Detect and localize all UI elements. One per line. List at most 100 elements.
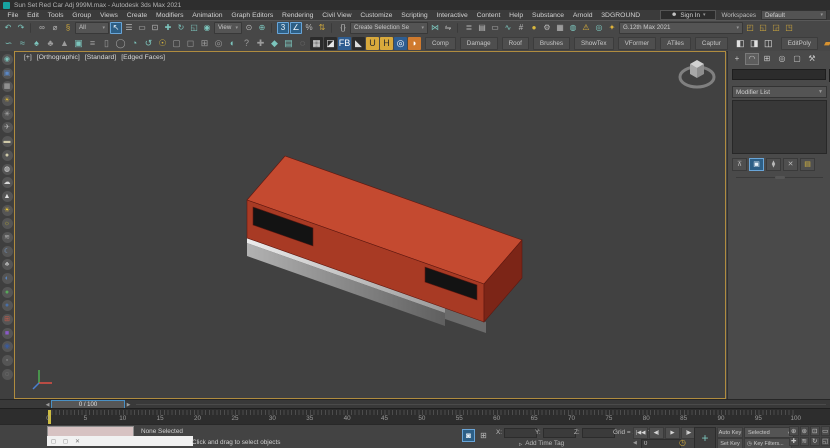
orb-icon[interactable]: ◎ [394,37,407,50]
bitmap-a-icon[interactable]: ▦ [310,37,323,50]
window-icon[interactable]: ◻ [184,37,197,50]
target-icon[interactable]: ◎ [212,37,225,50]
angle-snap-icon[interactable]: ∠ [290,22,302,34]
menu-item[interactable]: Graph Editors [227,12,278,19]
workspaces-dropdown[interactable]: Default ▾ [761,10,827,20]
plane-preset-icon[interactable]: ✈ [2,122,13,133]
magic-wand-icon[interactable]: ✦ [606,22,618,34]
paint-bucket-icon[interactable]: ◆ [268,37,281,50]
select-and-manipulate-icon[interactable]: ⊕ [256,22,268,34]
sign-in-button[interactable]: ☻ Sign In ▾ [660,10,716,20]
tab-motion[interactable]: ◎ [775,53,789,65]
flock-icon[interactable]: ≈ [16,37,29,50]
selection-filter-dropdown[interactable]: All [75,22,109,34]
snow-preset-icon[interactable]: ✳ [2,109,13,120]
tab-create[interactable]: + [730,53,744,65]
menu-item[interactable]: Civil View [318,12,356,19]
undo-icon[interactable]: ↶ [2,22,14,34]
rollout-divider[interactable] [736,177,823,178]
window-preset-icon[interactable]: ▦ [2,81,13,92]
select-and-rotate-icon[interactable]: ↻ [175,22,187,34]
show-end-result-button[interactable]: ▣ [749,158,764,171]
edit-named-selection-sets-icon[interactable]: {} [337,22,349,34]
script-button[interactable]: Captur [695,37,728,50]
script-button[interactable]: Damage [460,37,498,50]
auto-key-button[interactable]: Auto Key [717,427,743,438]
sphere-icon[interactable]: ◔ [128,37,141,50]
wedge-icon[interactable]: ◗ [408,37,421,50]
state-set-d-icon[interactable]: ◳ [783,22,795,34]
quad-color-icon[interactable]: ⊞ [2,314,13,325]
pan-icon[interactable]: ✚ [789,437,799,447]
globe-preset-icon[interactable]: ◐ [2,273,13,284]
photo-preset-icon[interactable]: ▣ [2,68,13,79]
render-production-icon[interactable]: ◍ [567,22,579,34]
ring-icon[interactable]: ◯ [114,37,127,50]
frame-icon[interactable]: ▢ [170,37,183,50]
separator[interactable] [271,23,274,33]
render-iterative-icon[interactable]: ◎ [593,22,605,34]
render-setup-icon[interactable]: ⚙ [541,22,553,34]
cloud-preset-icon[interactable]: ☁ [2,177,13,188]
info-icon[interactable]: ◌ [296,37,309,50]
layout-b-icon[interactable]: ◨ [748,37,761,50]
tab-hierarchy[interactable]: ⊞ [760,53,774,65]
session-folder-icon[interactable]: ▰ [821,37,830,50]
viewport-label-menu[interactable]: [Orthographic] [37,54,80,61]
script-button[interactable]: ATiles [660,37,691,50]
redo-icon[interactable]: ↷ [15,22,27,34]
set-keys-button[interactable]: + [694,427,716,448]
bird-icon[interactable]: ∽ [2,37,15,50]
blue-ball-icon[interactable]: ● [2,300,13,311]
grid-icon[interactable]: ⊞ [198,37,211,50]
viewport-label-menu[interactable]: [+] [24,54,32,61]
swirl-icon[interactable]: ↺ [142,37,155,50]
viewport-canvas[interactable] [15,52,725,398]
go-to-start-button[interactable]: |◀◀ [633,427,648,439]
green-ball-icon[interactable]: ● [2,287,13,298]
sun-preset-icon[interactable]: ☀ [2,205,13,216]
editpoly-button[interactable]: EditPoly [781,37,818,50]
key-selection-dropdown[interactable]: Selected ▾ [744,427,794,438]
menu-item[interactable]: Content [472,12,505,19]
h-tool-icon[interactable]: H [380,37,393,50]
scene-state-dropdown[interactable]: G.12th Max 2021 [619,22,743,34]
menu-item[interactable]: Create [122,12,151,19]
orbit-icon[interactable]: ↻ [810,437,820,447]
select-by-name-icon[interactable]: ☰ [123,22,135,34]
play-button[interactable]: ▶ [665,427,680,439]
tree-preset-icon[interactable]: ♣ [2,259,13,270]
eye-preset-icon[interactable]: ◉ [2,54,13,65]
key-filters-button[interactable]: ◷ Key Filters... [744,438,792,448]
menu-item[interactable]: Modifiers [152,12,188,19]
bind-to-spacewarp-icon[interactable]: § [62,22,74,34]
tab-utilities[interactable]: ⚒ [805,53,819,65]
notes-icon[interactable]: ≡ [86,37,99,50]
separator[interactable] [457,23,460,33]
align-icon[interactable]: ⇋ [442,22,454,34]
state-set-b-icon[interactable]: ◱ [757,22,769,34]
material-editor-icon[interactable]: ● [528,22,540,34]
menu-item[interactable]: Help [505,12,528,19]
layout-c-icon[interactable]: ◫ [762,37,775,50]
bulb-preset-icon[interactable]: ☀ [2,95,13,106]
z-coordinate-field[interactable] [582,428,615,438]
modifier-stack[interactable] [732,100,827,154]
render-warning-icon[interactable]: ⚠ [580,22,592,34]
percent-snap-icon[interactable]: % [303,22,315,34]
state-set-c-icon[interactable]: ◲ [770,22,782,34]
time-configuration-button[interactable]: ◷ [679,438,686,447]
previous-frame-button[interactable]: ◀| [649,427,664,439]
select-object-icon[interactable]: ↖ [110,22,122,34]
maxscript-mini-listener[interactable]: ◻◻✕ [47,436,193,446]
zoom-all-icon[interactable]: ⊛ [800,426,810,436]
fb-icon[interactable]: FB [338,37,351,50]
menu-item[interactable]: Substance [528,12,569,19]
isolate-selection-toggle[interactable]: ◙ [462,429,475,442]
curve-editor-icon[interactable]: ∿ [502,22,514,34]
menu-item[interactable]: Group [68,12,96,19]
script-button[interactable]: Comp [425,37,456,50]
pin-stack-button[interactable]: ⊼ [732,158,747,171]
ramp-icon[interactable]: ◣ [352,37,365,50]
mirror-icon[interactable]: ⋈ [429,22,441,34]
